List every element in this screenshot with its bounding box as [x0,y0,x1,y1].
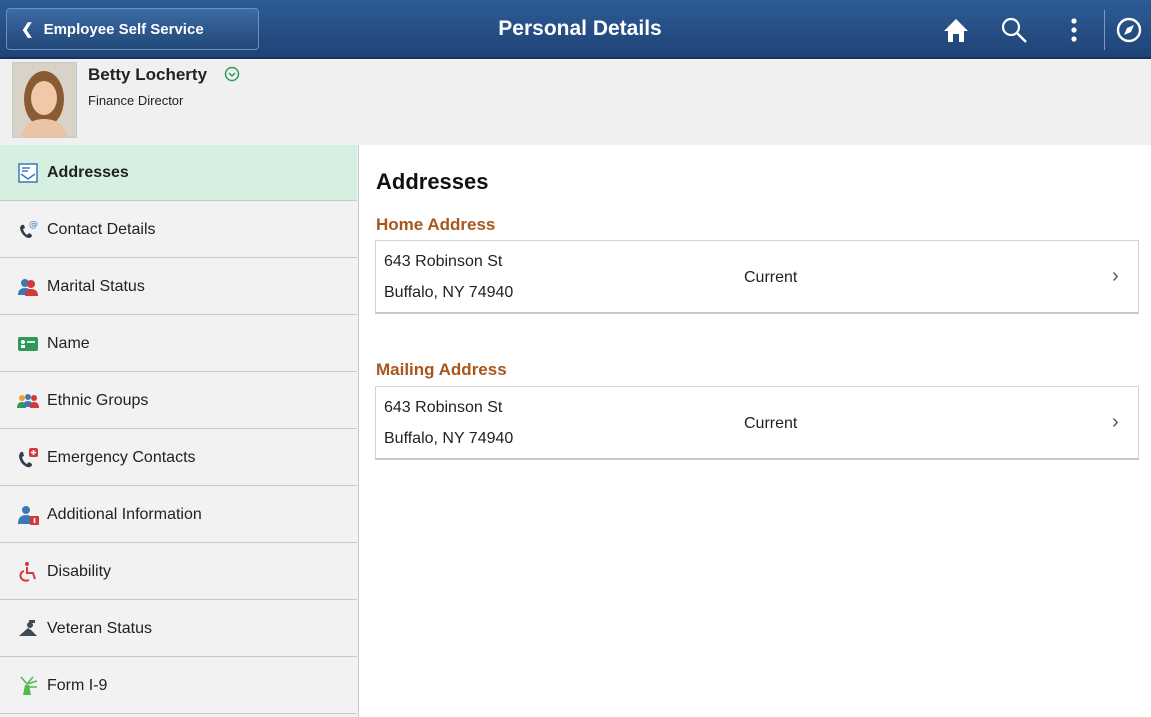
sidebar-item-additional-information[interactable]: Additional Information [0,487,357,543]
toolbar-divider [1104,10,1105,50]
actions-menu-icon[interactable] [1060,16,1088,44]
sidebar-item-form-i9[interactable]: Form I-9 [0,658,357,714]
marital-status-icon [18,278,38,296]
sidebar-item-label: Contact Details [47,220,156,238]
contact-details-icon: @ [20,220,38,238]
mailing-address-row[interactable]: 643 Robinson St Buffalo, NY 74940 Curren… [375,386,1139,460]
avatar [12,62,77,138]
sidebar-item-contact-details[interactable]: @ Contact Details [0,202,357,258]
employee-header: Betty Locherty Finance Director [0,59,1151,146]
address-line-1: 643 Robinson St [384,253,503,270]
veteran-status-icon [19,619,37,636]
back-button-label: Employee Self Service [43,20,204,38]
top-navigation-bar: ❮ Employee Self Service Personal Details [0,0,1151,59]
name-card-icon [18,336,38,351]
sidebar-navigation: Addresses @ Contact Details Marital Stat… [0,145,359,717]
back-button[interactable]: ❮ Employee Self Service [6,8,259,50]
address-line-2: Buffalo, NY 74940 [384,284,514,301]
sidebar-item-emergency-contacts[interactable]: Emergency Contacts [0,430,357,486]
section-title-mailing-address: Mailing Address [376,360,507,379]
sidebar-item-label: Name [47,334,90,352]
home-icon[interactable] [942,16,970,44]
employee-name: Betty Locherty [88,65,208,84]
sidebar-item-marital-status[interactable]: Marital Status [0,259,357,315]
sidebar-item-veteran-status[interactable]: Veteran Status [0,601,357,657]
employee-job-title: Finance Director [88,93,184,108]
sidebar-item-label: Form I-9 [47,676,108,694]
sidebar-item-label: Veteran Status [47,619,152,637]
chevron-left-icon: ❮ [21,21,34,38]
sidebar-item-label: Marital Status [47,277,145,295]
sidebar-item-label: Additional Information [47,505,202,523]
ethnic-groups-icon [17,393,39,408]
svg-text:@: @ [29,220,38,230]
navbar-compass-icon[interactable] [1115,16,1143,44]
content-pane: Addresses Home Address 643 Robinson St B… [359,145,1151,717]
sidebar-item-label: Addresses [47,163,129,181]
address-line-1: 643 Robinson St [384,399,503,416]
sidebar-item-addresses[interactable]: Addresses [0,145,357,201]
sidebar-item-label: Emergency Contacts [47,448,196,466]
additional-info-icon [18,505,39,525]
address-line-2: Buffalo, NY 74940 [384,430,514,447]
sidebar-item-label: Ethnic Groups [47,391,149,409]
page-title: Personal Details [498,17,662,40]
disability-icon [19,561,36,582]
sidebar-item-name[interactable]: Name [0,316,357,372]
chevron-right-icon: › [1112,265,1119,287]
content-heading: Addresses [376,169,489,194]
sidebar-item-label: Disability [47,562,112,580]
emergency-contacts-icon [19,447,38,467]
section-title-home-address: Home Address [376,215,496,234]
sidebar-item-ethnic-groups[interactable]: Ethnic Groups [0,373,357,429]
chevron-right-icon: › [1112,411,1119,433]
addresses-icon [18,162,38,183]
address-status: Current [744,269,798,286]
chevron-down-circle-icon[interactable] [224,66,240,82]
sidebar-item-disability[interactable]: Disability [0,544,357,600]
form-i9-icon [20,676,38,695]
search-icon[interactable] [1000,16,1028,44]
home-address-row[interactable]: 643 Robinson St Buffalo, NY 74940 Curren… [375,240,1139,314]
address-status: Current [744,415,798,432]
